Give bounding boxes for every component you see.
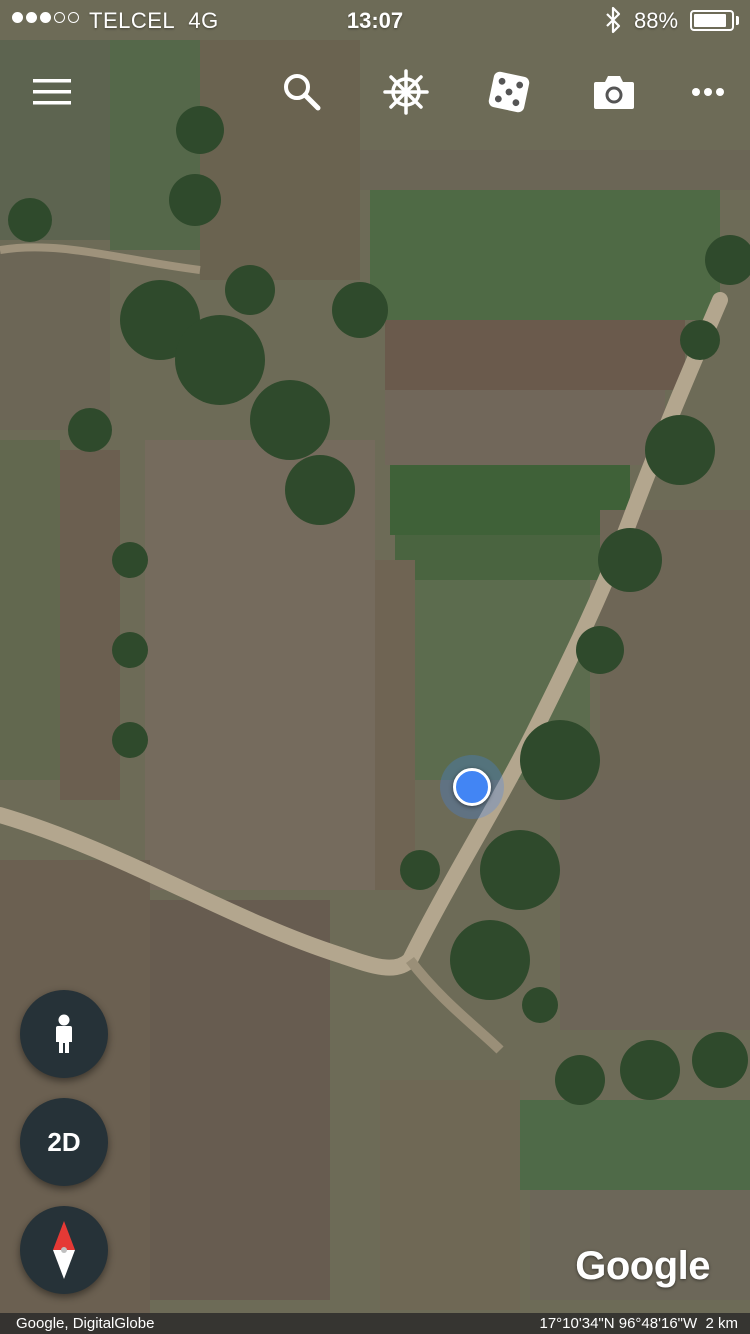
search-icon bbox=[284, 74, 321, 111]
cellular-signal-icon bbox=[12, 12, 79, 23]
satellite-map[interactable] bbox=[0, 0, 750, 1334]
compass-icon bbox=[53, 1221, 75, 1279]
status-bar: TELCEL 4G 13:07 88% bbox=[0, 0, 750, 42]
more-icon bbox=[692, 88, 724, 96]
signal-dot bbox=[26, 12, 37, 23]
google-logo: Google bbox=[575, 1244, 710, 1288]
battery-percent: 88% bbox=[634, 8, 679, 33]
signal-dot bbox=[12, 12, 23, 23]
battery-icon bbox=[690, 10, 734, 31]
signal-dot bbox=[54, 12, 65, 23]
battery-tip bbox=[736, 16, 739, 25]
map-footer: Google, DigitalGlobe 17°10'34"N 96°48'16… bbox=[0, 1313, 750, 1334]
imagery-attribution[interactable]: Google, DigitalGlobe bbox=[16, 1315, 154, 1332]
network-type: 4G bbox=[188, 8, 219, 33]
scale-readout: 2 km bbox=[705, 1315, 738, 1332]
bluetooth-icon bbox=[606, 6, 621, 34]
menu-icon bbox=[33, 79, 71, 105]
coordinates: 17°10'34"N 96°48'16"W bbox=[539, 1315, 698, 1332]
carrier-label: TELCEL 4G bbox=[89, 8, 219, 34]
menu-button[interactable] bbox=[22, 62, 82, 122]
more-options-button[interactable] bbox=[678, 62, 738, 122]
feeling-lucky-button[interactable] bbox=[479, 62, 539, 122]
compass-button[interactable] bbox=[20, 1206, 108, 1294]
pegman-icon bbox=[56, 1014, 72, 1053]
my-location-dot-icon bbox=[453, 768, 491, 806]
voyager-button[interactable] bbox=[376, 62, 436, 122]
camera-button[interactable] bbox=[584, 62, 644, 122]
battery-level-fill bbox=[694, 14, 726, 27]
street-view-button[interactable] bbox=[20, 990, 108, 1078]
carrier-name: TELCEL bbox=[89, 8, 176, 33]
feeling-lucky-dice-icon bbox=[488, 71, 530, 113]
view-mode-toggle-button[interactable]: 2D bbox=[20, 1098, 108, 1186]
search-button[interactable] bbox=[272, 62, 332, 122]
voyager-icon bbox=[383, 69, 429, 115]
signal-dot bbox=[68, 12, 79, 23]
signal-dot bbox=[40, 12, 51, 23]
coordinates-readout: 17°10'34"N 96°48'16"W 2 km bbox=[540, 1315, 739, 1332]
view-mode-label: 2D bbox=[47, 1126, 81, 1157]
camera-icon bbox=[594, 76, 634, 109]
